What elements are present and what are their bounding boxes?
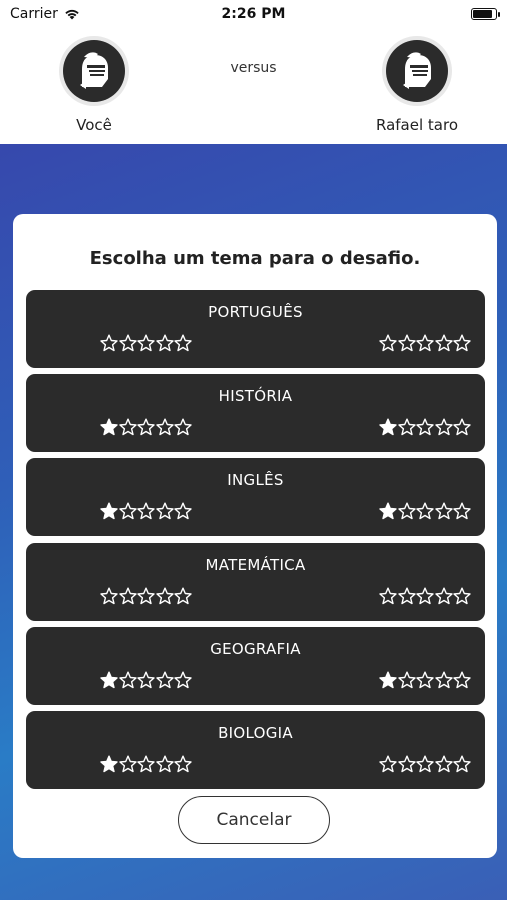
star-filled-icon	[379, 671, 397, 689]
star-outline-icon	[434, 334, 453, 352]
player-left: Você	[29, 40, 159, 134]
star-outline-icon	[174, 418, 192, 436]
star-outline-icon	[416, 671, 434, 689]
star-outline-icon	[137, 671, 155, 689]
dialog-title: Escolha um tema para o desafio.	[89, 248, 421, 269]
player-right-rating	[379, 502, 472, 522]
star-filled-icon	[100, 671, 118, 689]
player-right-rating	[379, 418, 472, 438]
star-outline-icon	[174, 587, 192, 605]
star-outline-icon	[397, 671, 416, 689]
star-outline-icon	[174, 755, 192, 773]
star-outline-icon	[174, 671, 192, 689]
player-left-rating	[100, 418, 193, 438]
star-outline-icon	[416, 418, 434, 436]
star-outline-icon	[434, 671, 453, 689]
topic-name: HISTÓRIA	[218, 387, 293, 405]
star-outline-icon	[453, 587, 471, 605]
topic-portugues-button[interactable]: PORTUGUÊS	[26, 290, 485, 368]
star-outline-icon	[397, 418, 416, 436]
status-bar: Carrier 2:26 PM	[0, 0, 507, 28]
status-time: 2:26 PM	[221, 6, 286, 22]
player-left-rating	[100, 671, 193, 691]
star-outline-icon	[118, 502, 137, 520]
star-outline-icon	[453, 334, 471, 352]
topic-ingles-button[interactable]: INGLÊS	[26, 458, 485, 536]
star-outline-icon	[137, 334, 155, 352]
player-left-rating	[100, 755, 193, 775]
cancel-button[interactable]: Cancelar	[178, 796, 330, 844]
topic-geografia-button[interactable]: GEOGRAFIA	[26, 627, 485, 705]
star-outline-icon	[416, 334, 434, 352]
match-header: Você versus Rafael taro	[0, 28, 507, 144]
star-outline-icon	[118, 587, 137, 605]
player-right-rating	[379, 587, 472, 607]
star-outline-icon	[397, 502, 416, 520]
star-outline-icon	[453, 671, 471, 689]
star-outline-icon	[155, 502, 174, 520]
star-outline-icon	[100, 587, 118, 605]
player-right-rating	[379, 671, 472, 691]
star-outline-icon	[434, 502, 453, 520]
star-outline-icon	[416, 755, 434, 773]
carrier-label: Carrier	[10, 6, 58, 22]
topic-name: PORTUGUÊS	[208, 303, 303, 321]
star-outline-icon	[137, 587, 155, 605]
wifi-icon	[65, 9, 79, 20]
topic-biologia-button[interactable]: BIOLOGIA	[26, 711, 485, 789]
star-outline-icon	[100, 334, 118, 352]
star-outline-icon	[416, 502, 434, 520]
star-outline-icon	[453, 502, 471, 520]
star-filled-icon	[100, 755, 118, 773]
star-outline-icon	[174, 334, 192, 352]
star-outline-icon	[379, 334, 397, 352]
star-outline-icon	[118, 418, 137, 436]
star-outline-icon	[155, 334, 174, 352]
battery-icon	[471, 8, 500, 20]
player-right-rating	[379, 334, 472, 354]
star-filled-icon	[100, 418, 118, 436]
star-outline-icon	[379, 587, 397, 605]
star-outline-icon	[155, 418, 174, 436]
status-left: Carrier	[10, 6, 80, 22]
star-outline-icon	[174, 502, 192, 520]
star-outline-icon	[453, 418, 471, 436]
star-outline-icon	[118, 334, 137, 352]
star-outline-icon	[118, 755, 137, 773]
knight-helmet-icon	[386, 40, 448, 102]
star-outline-icon	[379, 755, 397, 773]
star-outline-icon	[397, 587, 416, 605]
star-filled-icon	[379, 418, 397, 436]
player-right-name: Rafael taro	[375, 116, 458, 134]
player-right: Rafael taro	[352, 40, 482, 134]
star-outline-icon	[416, 587, 434, 605]
player-right-rating	[379, 755, 472, 775]
star-outline-icon	[118, 671, 137, 689]
player-left-rating	[100, 502, 193, 522]
star-outline-icon	[155, 587, 174, 605]
star-outline-icon	[434, 418, 453, 436]
topic-dialog: Escolha um tema para o desafio. PORTUGUÊ…	[13, 214, 497, 858]
star-outline-icon	[453, 755, 471, 773]
star-outline-icon	[137, 418, 155, 436]
star-outline-icon	[434, 755, 453, 773]
star-outline-icon	[137, 502, 155, 520]
topic-name: INGLÊS	[227, 471, 284, 489]
star-outline-icon	[155, 755, 174, 773]
star-filled-icon	[100, 502, 118, 520]
topic-name: MATEMÁTICA	[205, 556, 306, 574]
star-outline-icon	[137, 755, 155, 773]
star-outline-icon	[155, 671, 174, 689]
star-outline-icon	[397, 334, 416, 352]
topic-historia-button[interactable]: HISTÓRIA	[26, 374, 485, 452]
topic-name: GEOGRAFIA	[210, 640, 301, 658]
player-left-rating	[100, 587, 193, 607]
star-outline-icon	[397, 755, 416, 773]
star-outline-icon	[434, 587, 453, 605]
star-filled-icon	[379, 502, 397, 520]
player-left-name: Você	[76, 116, 112, 134]
player-left-rating	[100, 334, 193, 354]
topic-matematica-button[interactable]: MATEMÁTICA	[26, 543, 485, 621]
topic-name: BIOLOGIA	[218, 724, 293, 742]
